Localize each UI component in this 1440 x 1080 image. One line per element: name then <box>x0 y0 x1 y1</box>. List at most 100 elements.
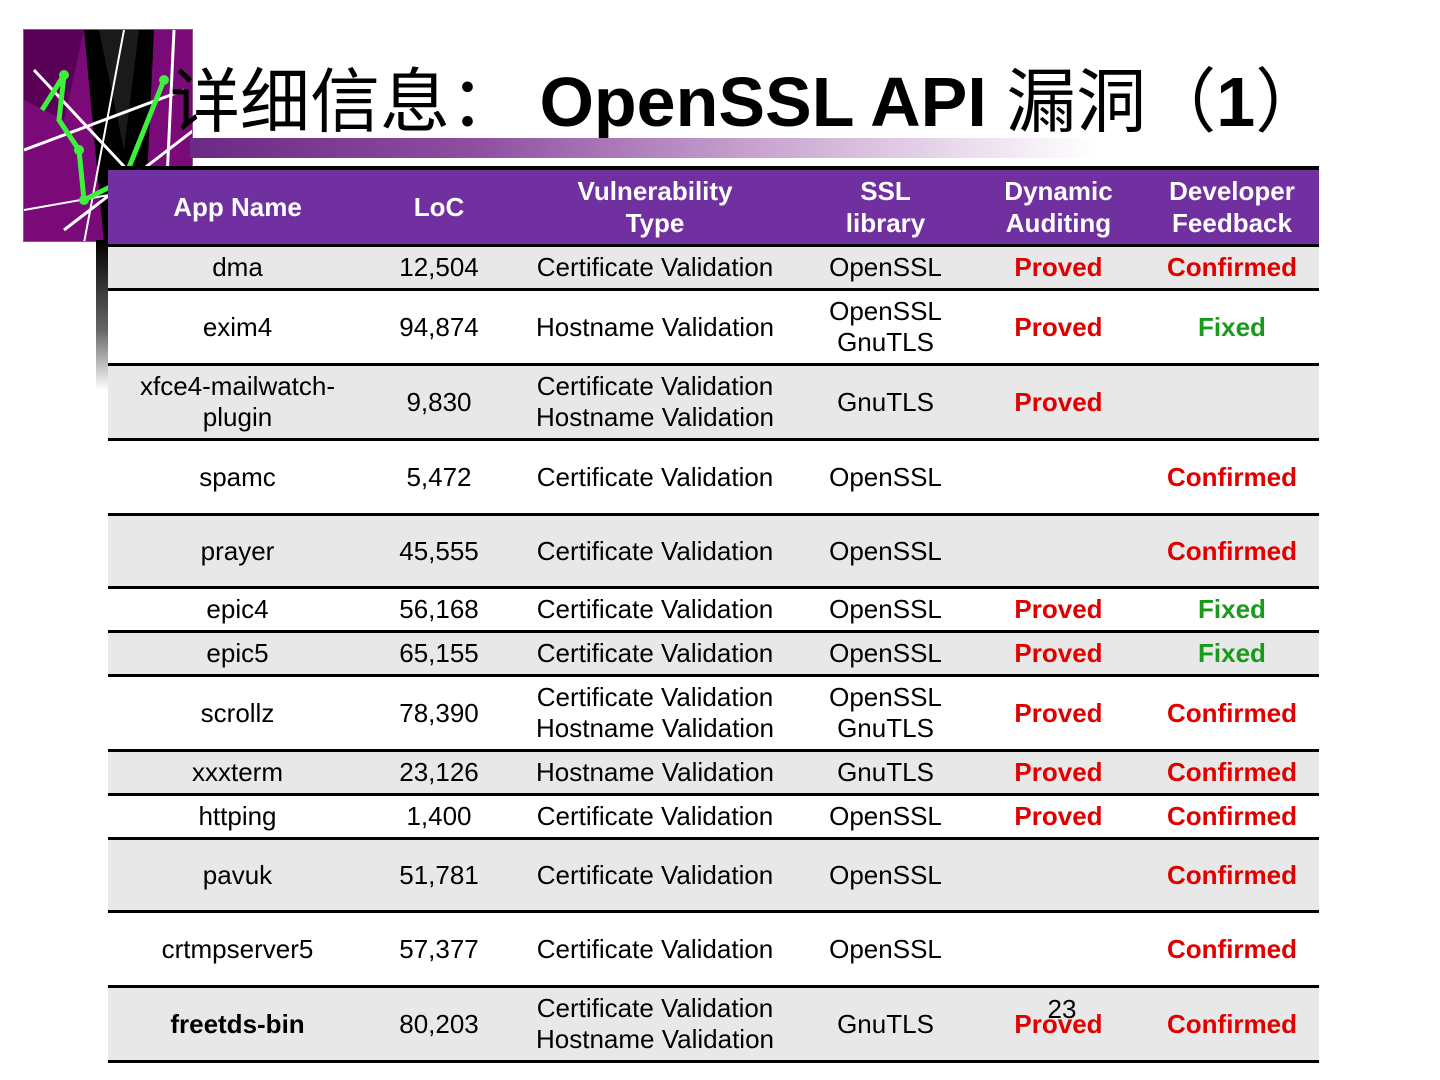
cell-loc: 12,504 <box>367 245 511 291</box>
table-row: crtmpserver5 57,377 Certificate Validation… <box>108 911 1319 988</box>
cell-dynamic-auditing <box>972 514 1145 589</box>
title-prefix: 详细信息： <box>170 61 520 143</box>
cell-app-name: httping <box>108 794 367 840</box>
cell-developer-feedback: Confirmed <box>1145 794 1319 840</box>
table-row: httping 1,400 Certificate Validation OpenSS… <box>108 794 1319 840</box>
header-loc: LoC <box>367 166 511 247</box>
cell-loc: 80,203 <box>367 986 511 1063</box>
cell-developer-feedback <box>1145 364 1319 441</box>
cell-developer-feedback: Fixed <box>1145 289 1319 366</box>
vulnerability-table: App Name LoC Vulnerability Type SSL librar… <box>108 166 1319 1063</box>
cell-loc: 51,781 <box>367 838 511 913</box>
cell-app-name: xxxterm <box>108 750 367 796</box>
cell-developer-feedback: Fixed <box>1145 587 1319 633</box>
cell-loc: 9,830 <box>367 364 511 441</box>
table-row: epic5 65,155 Certificate Validation OpenSSL… <box>108 631 1319 677</box>
cell-vulnerability-type: Certificate Validation <box>511 794 799 840</box>
table-row: xfce4-mailwatch-plugin 9,830 Certificate V… <box>108 364 1319 441</box>
cell-developer-feedback: Confirmed <box>1145 439 1319 516</box>
cell-ssl-library: GnuTLS <box>799 364 972 441</box>
cell-dynamic-auditing: Proved <box>972 587 1145 633</box>
cell-developer-feedback: Confirmed <box>1145 750 1319 796</box>
cell-ssl-library: GnuTLS <box>799 986 972 1063</box>
cell-app-name: pavuk <box>108 838 367 913</box>
cell-loc: 5,472 <box>367 439 511 516</box>
cell-developer-feedback: Confirmed <box>1145 838 1319 913</box>
cell-developer-feedback: Fixed <box>1145 631 1319 677</box>
cell-dynamic-auditing: Proved <box>972 364 1145 441</box>
cell-loc: 23,126 <box>367 750 511 796</box>
cell-app-name: exim4 <box>108 289 367 366</box>
cell-vulnerability-type: Certificate Validation <box>511 911 799 988</box>
cell-vulnerability-type: Certificate Validation <box>511 245 799 291</box>
table-header-row: App Name LoC Vulnerability Type SSL librar… <box>108 166 1319 247</box>
cell-vulnerability-type: Certificate Validation Hostname Validatio… <box>511 675 799 752</box>
cell-vulnerability-type: Certificate Validation <box>511 514 799 589</box>
cell-dynamic-auditing: Proved <box>972 675 1145 752</box>
cell-app-name: epic4 <box>108 587 367 633</box>
cell-dynamic-auditing: Proved <box>972 631 1145 677</box>
header-developer-feedback: Developer Feedback <box>1145 166 1319 247</box>
cell-app-name: crtmpserver5 <box>108 911 367 988</box>
cell-loc: 1,400 <box>367 794 511 840</box>
cell-ssl-library: OpenSSL GnuTLS <box>799 675 972 752</box>
left-accent-bar <box>96 240 108 390</box>
cell-app-name: prayer <box>108 514 367 589</box>
cell-app-name: spamc <box>108 439 367 516</box>
cell-app-name: xfce4-mailwatch-plugin <box>108 364 367 441</box>
cell-ssl-library: OpenSSL GnuTLS <box>799 289 972 366</box>
page-number: 23 <box>1047 994 1077 1024</box>
cell-loc: 78,390 <box>367 675 511 752</box>
header-vulnerability-type: Vulnerability Type <box>511 166 799 247</box>
cell-developer-feedback: Confirmed <box>1145 986 1319 1063</box>
cell-app-name: scrollz <box>108 675 367 752</box>
table-row: prayer 45,555 Certificate Validation OpenSS… <box>108 514 1319 589</box>
table-row: pavuk 51,781 Certificate Validation OpenSSL… <box>108 838 1319 913</box>
title-close: ） <box>1255 61 1326 143</box>
cell-ssl-library: OpenSSL <box>799 911 972 988</box>
cell-vulnerability-type: Hostname Validation <box>511 289 799 366</box>
title-underline <box>190 138 1320 158</box>
table-row: scrollz 78,390 Certificate Validation Hostn… <box>108 675 1319 752</box>
cell-dynamic-auditing: Proved <box>972 750 1145 796</box>
cell-app-name: freetds-bin <box>108 986 367 1063</box>
header-app-name: App Name <box>108 166 367 247</box>
table-row: dma 12,504 Certificate Validation OpenSSL Pr… <box>108 245 1319 291</box>
cell-dynamic-auditing: Proved <box>972 245 1145 291</box>
cell-dynamic-auditing <box>972 439 1145 516</box>
header-dynamic-auditing: Dynamic Auditing <box>972 166 1145 247</box>
cell-developer-feedback: Confirmed <box>1145 245 1319 291</box>
cell-loc: 94,874 <box>367 289 511 366</box>
cell-ssl-library: OpenSSL <box>799 838 972 913</box>
table-row: freetds-bin 80,203 Certificate Validation H… <box>108 986 1319 1063</box>
cell-dynamic-auditing <box>972 911 1145 988</box>
cell-ssl-library: OpenSSL <box>799 587 972 633</box>
cell-ssl-library: OpenSSL <box>799 439 972 516</box>
table-row: spamc 5,472 Certificate Validation OpenSSL C… <box>108 439 1319 516</box>
cell-developer-feedback: Confirmed <box>1145 911 1319 988</box>
cell-loc: 57,377 <box>367 911 511 988</box>
cell-vulnerability-type: Certificate Validation <box>511 631 799 677</box>
title-main: OpenSSL API <box>539 63 987 141</box>
cell-developer-feedback: Confirmed <box>1145 675 1319 752</box>
cell-ssl-library: OpenSSL <box>799 245 972 291</box>
cell-ssl-library: OpenSSL <box>799 794 972 840</box>
slide-title: 详细信息： OpenSSL API 漏洞（1） <box>170 62 1325 142</box>
cell-dynamic-auditing: Proved <box>972 794 1145 840</box>
cell-vulnerability-type: Certificate Validation Hostname Validatio… <box>511 986 799 1063</box>
cell-vulnerability-type: Certificate Validation <box>511 439 799 516</box>
cell-vulnerability-type: Certificate Validation <box>511 587 799 633</box>
cell-dynamic-auditing <box>972 838 1145 913</box>
table-row: epic4 56,168 Certificate Validation OpenSSL… <box>108 587 1319 633</box>
cell-loc: 65,155 <box>367 631 511 677</box>
title-number: 1 <box>1216 63 1256 141</box>
title-suffix: 漏洞（ <box>1006 61 1217 143</box>
cell-loc: 45,555 <box>367 514 511 589</box>
table-row: xxxterm 23,126 Hostname Validation GnuTLS Pr… <box>108 750 1319 796</box>
cell-dynamic-auditing: Proved <box>972 289 1145 366</box>
cell-ssl-library: GnuTLS <box>799 750 972 796</box>
cell-vulnerability-type: Certificate Validation <box>511 838 799 913</box>
cell-loc: 56,168 <box>367 587 511 633</box>
cell-ssl-library: OpenSSL <box>799 514 972 589</box>
cell-developer-feedback: Confirmed <box>1145 514 1319 589</box>
